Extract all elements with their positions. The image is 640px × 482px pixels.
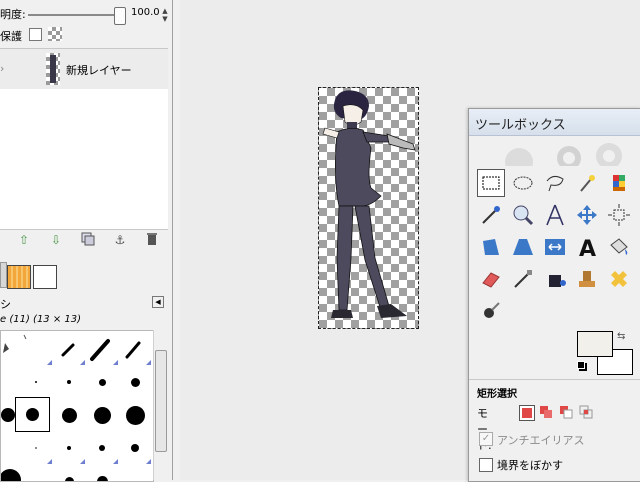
opacity-row: 明度: 100.0 ▲ ▼ (0, 3, 172, 25)
antialias-checkbox[interactable]: ✓ (479, 432, 493, 446)
toolbox-titlebar[interactable]: ツールボックス (469, 109, 640, 136)
brush-cell[interactable] (53, 465, 86, 481)
color-select-icon[interactable] (605, 169, 633, 197)
lock-row: 保護 (0, 27, 172, 43)
eraser-icon[interactable] (477, 265, 505, 293)
brush-cell[interactable] (86, 465, 119, 481)
lower-layer-icon[interactable]: ⇩ (48, 232, 64, 248)
image-canvas[interactable] (318, 87, 419, 329)
character-illustration (322, 90, 416, 318)
brush-cell[interactable] (119, 432, 152, 465)
antialias-label: アンチエイリアス (497, 434, 585, 447)
mode-intersect-icon[interactable] (579, 405, 593, 419)
opacity-spin-button[interactable]: ▲ ▼ (160, 7, 170, 23)
panel-menu-icon[interactable]: ◀ (152, 296, 164, 308)
lock-alpha-icon[interactable] (48, 27, 62, 41)
raise-layer-icon[interactable]: ⇧ (16, 232, 32, 248)
lasso-icon[interactable] (541, 169, 569, 197)
brush-scroll-thumb[interactable] (155, 350, 167, 452)
layer-thumbnail (46, 53, 60, 85)
duplicate-layer-icon[interactable] (80, 232, 96, 248)
layer-row[interactable]: › 新規レイヤー (0, 49, 168, 89)
brush-cell[interactable] (1, 333, 20, 366)
brush-cell[interactable] (86, 333, 119, 366)
lock-label: 保護 (0, 30, 22, 43)
brush-cell[interactable] (53, 432, 86, 465)
brush-info: e (11) (13 × 13) (0, 314, 82, 325)
anchor-icon[interactable]: ⚓ (112, 232, 128, 248)
options-divider (469, 379, 640, 380)
opacity-value[interactable]: 100.0 (131, 7, 160, 18)
flip-icon[interactable] (541, 233, 569, 261)
align-icon[interactable] (605, 201, 633, 229)
tab-previous[interactable] (0, 262, 7, 288)
foreground-color[interactable] (577, 331, 613, 357)
lock-pixels-checkbox[interactable] (29, 28, 42, 41)
ink-icon[interactable] (541, 265, 569, 293)
move-icon[interactable] (573, 201, 601, 229)
brush-grid[interactable] (0, 330, 154, 482)
default-colors-icon[interactable] (577, 361, 585, 369)
bucket-fill-icon[interactable] (605, 233, 633, 261)
tool-options-title: 矩形選択 (477, 389, 517, 400)
perspective-icon[interactable] (509, 233, 537, 261)
brush-cell[interactable] (53, 399, 86, 432)
swap-colors-icon[interactable]: ⇆ (617, 331, 625, 342)
layer-buttons: ⇧ ⇩ ⚓ (0, 232, 168, 252)
color-swatches: ⇆ (577, 331, 639, 377)
feather-label: 境界をぼかす (497, 459, 563, 472)
brush-cell[interactable] (20, 366, 53, 399)
layer-name[interactable]: 新規レイヤー (66, 62, 132, 78)
mode-add-icon[interactable] (539, 405, 553, 419)
mode-subtract-icon[interactable] (559, 405, 573, 419)
fuzzy-select-icon[interactable] (573, 169, 601, 197)
heal-icon[interactable] (605, 265, 633, 293)
airbrush-icon[interactable] (509, 265, 537, 293)
brush-cell[interactable] (86, 432, 119, 465)
brush-cell[interactable] (53, 333, 86, 366)
brush-cell[interactable] (119, 399, 152, 432)
gradient-tab[interactable] (7, 265, 31, 289)
ellipse-select-icon[interactable] (509, 169, 537, 197)
measure-icon[interactable] (541, 201, 569, 229)
rect-select-icon[interactable] (477, 169, 505, 197)
trash-icon[interactable] (144, 232, 160, 248)
crop-icon[interactable] (477, 233, 505, 261)
scissors-icon[interactable] (477, 201, 505, 229)
text-icon[interactable]: A (573, 233, 601, 262)
brush-cell[interactable] (1, 465, 21, 481)
brushes-title: シ (0, 298, 11, 311)
brush-cell-selected[interactable] (15, 397, 50, 432)
brush-cell[interactable] (53, 366, 86, 399)
wilber-decoration (469, 136, 640, 166)
left-dock: 明度: 100.0 ▲ ▼ 保護 › 新規レイヤー ⇧ ⇩ ⚓ シ ◀ e (1… (0, 0, 173, 482)
brush-cell[interactable] (20, 333, 53, 366)
brush-cell[interactable] (119, 333, 152, 366)
feather-checkbox[interactable] (479, 458, 493, 472)
opacity-slider-handle[interactable] (114, 7, 126, 25)
zoom-icon[interactable] (509, 201, 537, 229)
tab-row (0, 262, 172, 290)
pattern-tab[interactable] (33, 265, 57, 289)
smudge-icon[interactable] (477, 297, 505, 325)
toolbox-window: ツールボックス A ⇆ 矩形選択 モード: (468, 108, 640, 482)
opacity-slider-track[interactable] (28, 14, 120, 16)
toolbox-title: ツールボックス (475, 118, 566, 133)
brush-cell[interactable] (119, 366, 152, 399)
brush-cell[interactable] (86, 366, 119, 399)
clone-icon[interactable] (573, 265, 601, 293)
visibility-eye-icon[interactable]: › (0, 62, 4, 75)
svg-text:A: A (579, 237, 596, 261)
brush-cell[interactable] (20, 432, 53, 465)
opacity-label: 明度: (0, 8, 26, 21)
mode-replace-icon[interactable] (519, 405, 535, 421)
layers-list[interactable]: › 新規レイヤー (0, 48, 168, 230)
brush-cell[interactable] (86, 399, 119, 432)
